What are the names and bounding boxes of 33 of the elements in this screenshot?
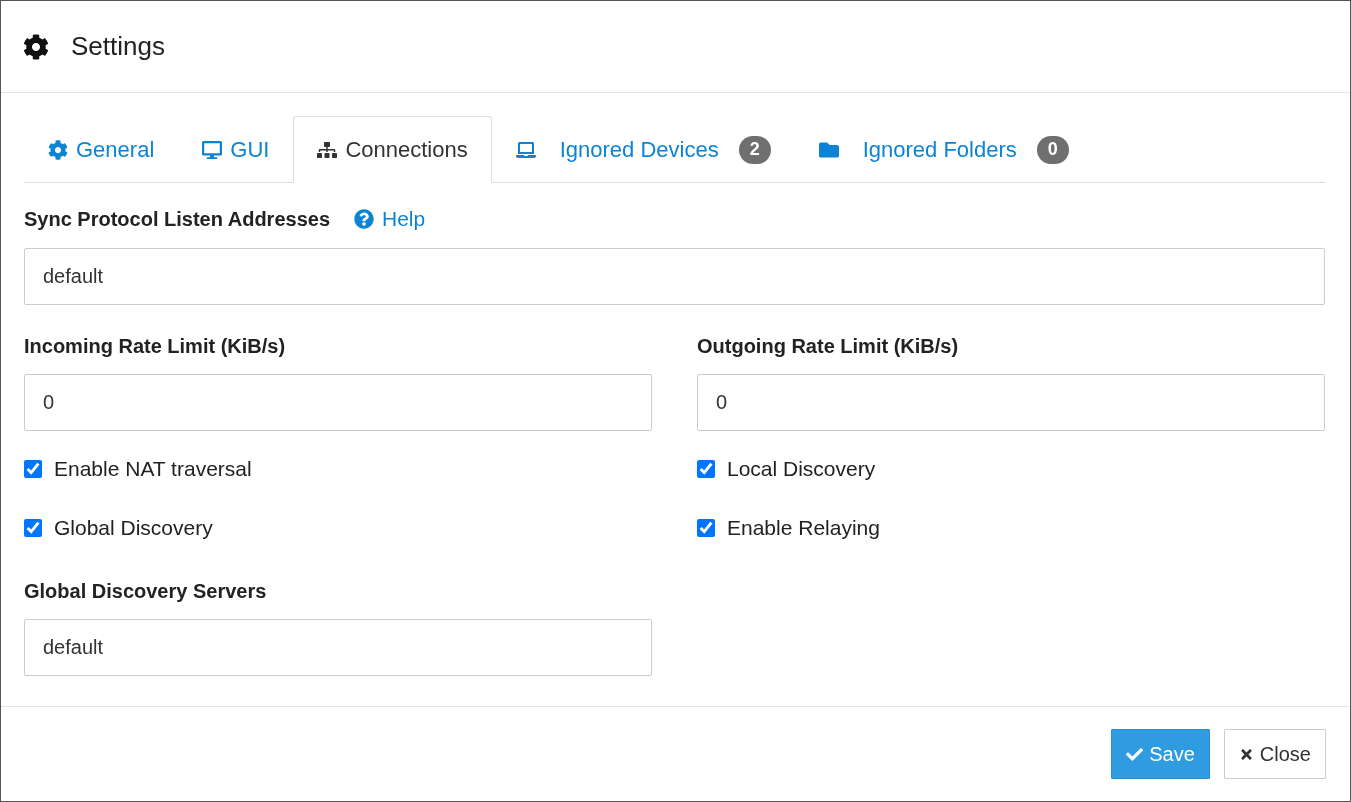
gear-icon bbox=[48, 139, 68, 160]
tab[interactable]: Ignored Devices 2 bbox=[491, 116, 795, 183]
checkbox[interactable] bbox=[697, 518, 715, 537]
tab[interactable]: Ignored Folders 0 bbox=[794, 116, 1093, 183]
text-field[interactable]: 0 bbox=[697, 373, 1325, 431]
count-badge: 0 bbox=[1036, 135, 1069, 164]
field-label: Sync Protocol Listen Addresses bbox=[24, 206, 330, 232]
field-label: Incoming Rate Limit (KiB/s) bbox=[24, 333, 287, 359]
tab[interactable]: GUI bbox=[178, 116, 294, 183]
network-icon bbox=[317, 139, 338, 160]
checkbox[interactable] bbox=[697, 459, 715, 478]
field-label: Outgoing Rate Limit (KiB/s) bbox=[697, 333, 960, 359]
close-button[interactable]: Close bbox=[1223, 729, 1326, 779]
monitor-icon bbox=[202, 139, 223, 160]
checkbox[interactable] bbox=[24, 518, 42, 537]
checkbox-label: Enable Relaying bbox=[727, 514, 880, 541]
text-field[interactable]: default bbox=[24, 618, 652, 676]
help-link[interactable]: Help bbox=[354, 203, 426, 235]
settings-icon bbox=[23, 33, 49, 60]
count-badge: 2 bbox=[738, 135, 771, 164]
tab[interactable]: Connections bbox=[293, 116, 492, 183]
check-icon bbox=[1126, 745, 1144, 763]
text-field[interactable]: default bbox=[24, 247, 1325, 305]
laptop-icon bbox=[515, 139, 536, 160]
checkbox-label: Enable NAT traversal bbox=[54, 455, 252, 482]
help-icon bbox=[354, 208, 374, 229]
text-field[interactable]: 0 bbox=[24, 373, 652, 431]
dialog-title: Settings bbox=[71, 30, 165, 63]
field-label: Global Discovery Servers bbox=[24, 578, 268, 604]
tab[interactable]: General bbox=[24, 116, 179, 183]
checkbox[interactable] bbox=[24, 459, 42, 478]
checkbox-label: Local Discovery bbox=[727, 455, 876, 482]
checkbox-label: Global Discovery bbox=[54, 514, 213, 541]
